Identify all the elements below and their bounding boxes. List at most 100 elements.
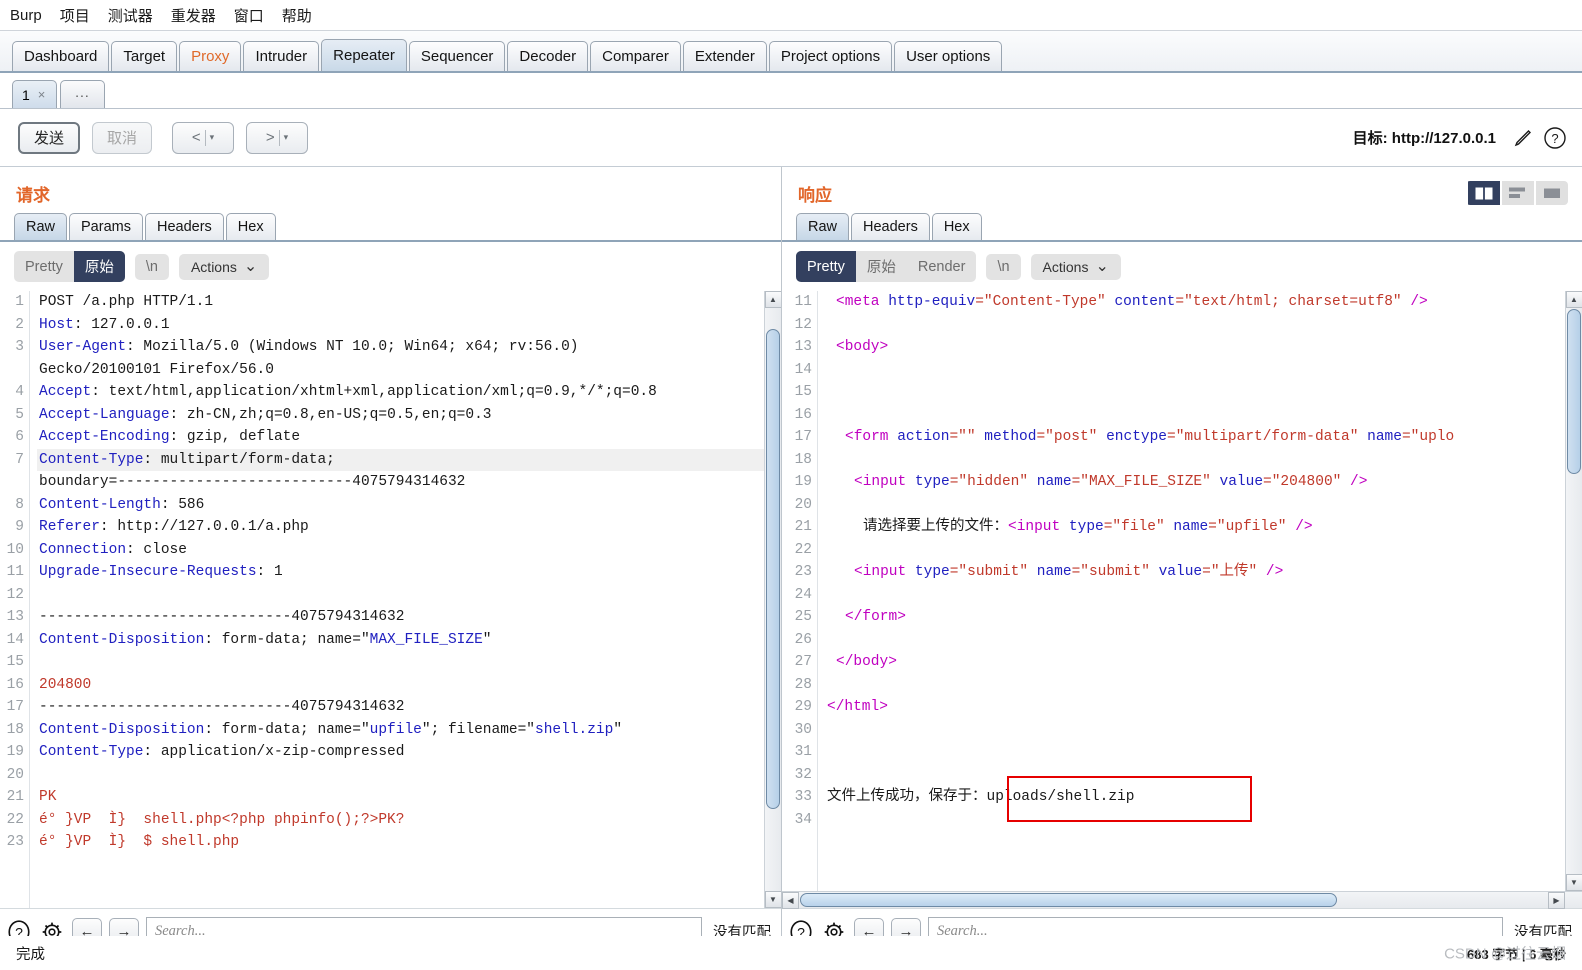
code-line: POST /a.php HTTP/1.1 — [37, 291, 764, 314]
code-token: <body> — [836, 339, 889, 355]
request-tab-headers[interactable]: Headers — [144, 213, 224, 240]
back-button[interactable]: < ▾ — [172, 121, 235, 154]
menu-item-help[interactable]: 帮助 — [282, 5, 312, 26]
response-tab-raw[interactable]: Raw — [796, 213, 850, 240]
response-newline-button[interactable]: \n — [986, 254, 1020, 280]
menu-item-window[interactable]: 窗口 — [234, 5, 264, 26]
response-vertical-scrollbar[interactable]: ▲ ▼ — [1565, 291, 1582, 891]
layout-side-by-side-button[interactable] — [1468, 181, 1500, 205]
code-token: : http://127.0.0.1/a.php — [99, 519, 309, 535]
code-token: ″; filename=″ — [421, 721, 535, 738]
line-number: 19 — [6, 744, 24, 760]
line-number: 12 — [6, 586, 24, 603]
response-body-text[interactable]: <meta http-equiv=″Content-Type″ content=… — [818, 291, 1565, 891]
tab-target[interactable]: Target — [111, 41, 178, 71]
scrollbar-thumb[interactable] — [766, 329, 780, 809]
response-pane: 响应 Raw Headers Hex Pretty 原始 Render \n A… — [782, 167, 1582, 954]
scroll-down-icon[interactable]: ▼ — [764, 891, 781, 908]
line-number: 13 — [6, 609, 24, 625]
line-number: 31 — [794, 744, 812, 760]
request-vertical-scrollbar[interactable]: ▲ ▼ — [764, 291, 781, 908]
code-token: =″post″ — [1036, 429, 1098, 445]
layout-single-button[interactable] — [1536, 181, 1568, 205]
tab-intruder[interactable]: Intruder — [243, 41, 320, 71]
request-raw-button[interactable]: 原始 — [73, 251, 125, 282]
response-tab-hex[interactable]: Hex — [931, 213, 982, 240]
cancel-button[interactable]: 取消 — [92, 121, 153, 154]
scroll-up-icon[interactable]: ▲ — [1565, 291, 1582, 308]
response-newline-toggle: \n — [986, 253, 1021, 280]
code-line: Content-Type: application/x-zip-compress… — [37, 741, 764, 764]
menu-item-project[interactable]: 项目 — [60, 5, 90, 26]
response-actions-button[interactable]: Actions ⌄ — [1030, 253, 1121, 280]
scrollbar-thumb[interactable] — [800, 893, 1337, 907]
code-token: </html> — [827, 699, 888, 715]
code-token: type — [906, 474, 950, 490]
request-tab-hex[interactable]: Hex — [225, 213, 276, 240]
tab-dashboard[interactable]: Dashboard — [12, 41, 110, 71]
code-token: ″ — [613, 721, 623, 738]
code-token: type — [906, 564, 950, 580]
request-newline-button[interactable]: \n — [135, 254, 169, 280]
add-repeater-tab-button[interactable]: ... — [60, 80, 105, 108]
line-number: 20 — [6, 766, 24, 783]
close-icon[interactable]: × — [38, 87, 46, 102]
tab-proxy[interactable]: Proxy — [179, 41, 242, 71]
tab-extender[interactable]: Extender — [682, 41, 767, 71]
scroll-up-icon[interactable]: ▲ — [764, 291, 781, 308]
menu-item-intruder[interactable]: 测试器 — [108, 5, 153, 26]
response-raw-button[interactable]: 原始 — [856, 251, 907, 282]
tab-sequencer[interactable]: Sequencer — [408, 41, 506, 71]
send-button[interactable]: 发送 — [18, 121, 81, 154]
tab-comparer[interactable]: Comparer — [590, 41, 681, 71]
request-pretty-button[interactable]: Pretty — [14, 251, 74, 282]
response-tab-headers[interactable]: Headers — [851, 213, 930, 240]
request-body-text[interactable]: POST /a.php HTTP/1.1 Host: 127.0.0.1 User-… — [30, 291, 764, 908]
request-newline-toggle: \n — [134, 253, 169, 280]
forward-button[interactable]: > ▾ — [246, 121, 309, 154]
code-line: Host: 127.0.0.1 — [37, 314, 764, 337]
repeater-tab-1[interactable]: 1 × — [12, 80, 57, 108]
request-tab-params[interactable]: Params — [69, 213, 143, 240]
pencil-icon[interactable] — [1510, 125, 1536, 151]
code-token: 文件上传成功，保存于：uploads/shell.zip — [827, 789, 1135, 805]
line-number: 12 — [794, 316, 812, 333]
request-tab-raw[interactable]: Raw — [14, 213, 68, 240]
line-number: 7 — [15, 451, 24, 468]
code-token: =″204800″ — [1263, 474, 1342, 490]
code-token: : zh-CN,zh;q=0.8,en-US;q=0.5,en;q=0.3 — [169, 406, 492, 423]
scroll-left-icon[interactable]: ◀ — [782, 891, 799, 909]
tab-repeater[interactable]: Repeater — [321, 39, 407, 71]
response-line-numbers: 11 12 13 14 15 16 17 18 19 20 21 22 23 24 25 26 27 28 29 30… — [782, 291, 818, 891]
code-line: Connection: close — [37, 539, 764, 562]
code-token: Accept-Encoding — [39, 429, 170, 445]
scroll-down-icon[interactable]: ▼ — [1565, 874, 1582, 891]
response-render-button[interactable]: Render — [907, 251, 977, 282]
code-line: Content-Disposition: form-data; name=″MA… — [37, 629, 764, 652]
menu-item-burp[interactable]: Burp — [10, 7, 42, 24]
request-editor-wrap: 1 2 3 4 5 6 7 8 9 10 11 12 13 14 15 16 17 18 19 20 21 22 23 PO… — [0, 291, 781, 908]
help-icon[interactable]: ? — [1542, 125, 1568, 151]
code-token: name — [1028, 474, 1072, 490]
line-number: 24 — [794, 586, 812, 603]
response-editor[interactable]: 11 12 13 14 15 16 17 18 19 20 21 22 23 24 25 26 27 28 29 30… — [782, 291, 1565, 891]
tab-decoder[interactable]: Decoder — [507, 41, 589, 71]
tab-user-options[interactable]: User options — [894, 41, 1003, 71]
scrollbar-thumb[interactable] — [1567, 309, 1581, 474]
request-actions-button[interactable]: Actions ⌄ — [178, 253, 270, 280]
layout-stacked-button[interactable] — [1502, 181, 1534, 205]
scroll-right-icon[interactable]: ▶ — [1548, 891, 1565, 909]
request-editor[interactable]: 1 2 3 4 5 6 7 8 9 10 11 12 13 14 15 16 17 18 19 20 21 22 23 PO… — [0, 291, 764, 908]
code-token: name — [1358, 429, 1402, 445]
menu-item-repeater[interactable]: 重发器 — [171, 5, 216, 26]
code-token: value — [1210, 474, 1264, 490]
tab-project-options[interactable]: Project options — [768, 41, 893, 71]
response-horizontal-scrollbar[interactable]: ◀ ▶ — [782, 891, 1582, 909]
response-pretty-button[interactable]: Pretty — [796, 251, 856, 282]
line-number: 30 — [794, 721, 812, 738]
line-number: 9 — [15, 519, 24, 535]
